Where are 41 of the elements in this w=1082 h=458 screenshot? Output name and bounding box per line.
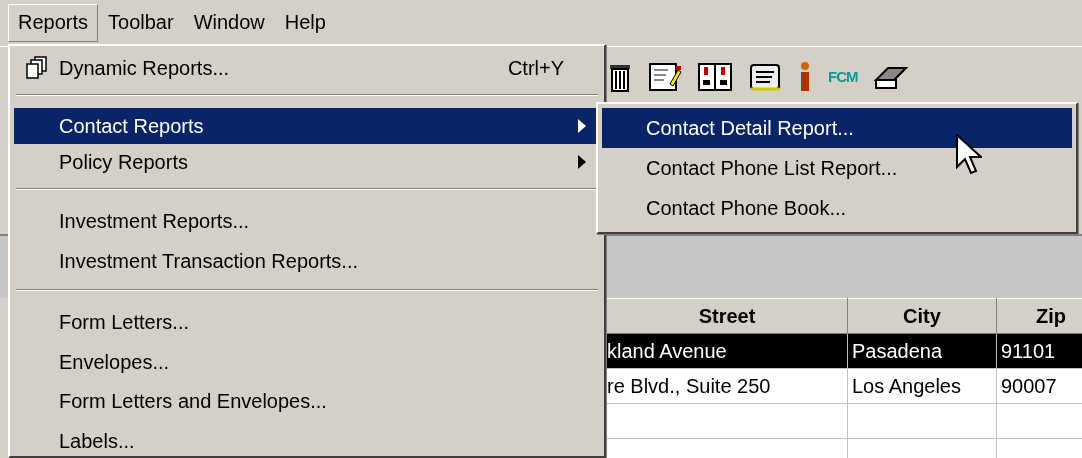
table-cell: 91101 <box>996 333 1082 369</box>
menu-item[interactable]: Policy Reports <box>14 144 600 180</box>
submenu-arrow-icon <box>578 155 586 169</box>
column-header[interactable]: City <box>847 298 997 334</box>
menu-item-label: Labels... <box>59 429 136 453</box>
menu-bar-item[interactable]: Toolbar <box>98 4 184 42</box>
table-cell: Pasadena <box>847 333 997 369</box>
menu-item[interactable]: Dynamic Reports... Ctrl+Y <box>14 50 600 86</box>
shortcut-label: Ctrl+Y <box>507 56 564 80</box>
menu-item[interactable]: Contact Phone List Report... <box>602 148 1072 188</box>
menu-item[interactable]: Contact Detail Report... <box>602 108 1072 148</box>
menu-item-label: Investment Reports... <box>59 210 251 234</box>
menu-item-label: Investment Transaction Reports... <box>59 249 360 273</box>
table-cell: 90007 <box>996 368 1082 404</box>
column-header[interactable]: Zip <box>996 298 1082 334</box>
menu-item-label: Dynamic Reports... <box>59 56 231 80</box>
menu-item[interactable]: Form Letters... <box>14 303 600 343</box>
menu-item-label: Form Letters... <box>59 311 191 335</box>
menu-item-label: Envelopes... <box>59 350 171 374</box>
menu-item[interactable]: Investment Transaction Reports... <box>14 241 600 281</box>
mouse-cursor-icon <box>956 134 982 176</box>
menu-item-label: Policy Reports <box>59 150 189 174</box>
table-cell: Los Angeles <box>847 368 997 404</box>
menu-item-label: Form Letters and Envelopes... <box>59 390 328 414</box>
table-cell: kland Avenue <box>606 333 848 369</box>
menu-item-label: Contact Reports <box>59 114 205 138</box>
menu-item[interactable]: Envelopes... <box>14 342 600 382</box>
notepad-pencil-icon[interactable] <box>648 61 682 92</box>
numbered-cards-icon[interactable] <box>698 61 732 92</box>
scroll-icon[interactable] <box>748 61 782 92</box>
menu-bar-item[interactable]: Reports <box>8 4 99 42</box>
menu-bar-item[interactable]: Window <box>183 4 275 42</box>
submenu-arrow-icon <box>578 119 586 133</box>
menu-item[interactable]: Contact Phone Book... <box>602 188 1072 228</box>
menu-item[interactable]: Labels... <box>14 421 600 458</box>
menu-item[interactable]: Form Letters and Envelopes... <box>14 382 600 422</box>
column-header[interactable]: Street <box>606 298 848 334</box>
menu-bar-item[interactable]: Help <box>274 4 336 42</box>
table-cell: re Blvd., Suite 250 <box>606 368 848 404</box>
menu-item[interactable]: Investment Reports... <box>14 202 600 242</box>
info-icon[interactable] <box>798 61 812 92</box>
